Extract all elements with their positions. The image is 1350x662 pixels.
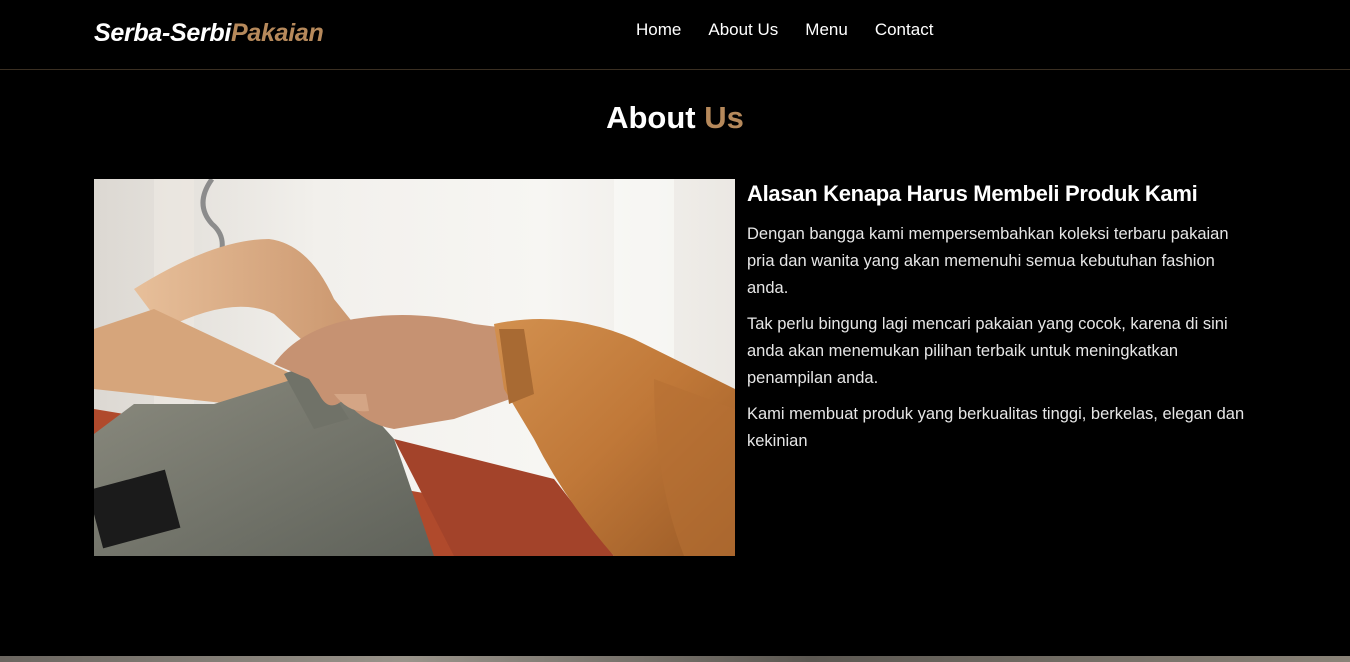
brand-logo[interactable]: Serba-SerbiPakaian — [94, 19, 324, 48]
about-heading: Alasan Kenapa Harus Membeli Produk Kami — [747, 181, 1198, 206]
nav-link-home[interactable]: Home — [636, 20, 681, 40]
brand-name-main: Serba-Serbi — [94, 19, 232, 47]
about-section-title: About Us — [0, 100, 1350, 136]
brand-name-accent: Pakaian — [231, 19, 324, 47]
about-title-main: About — [606, 100, 696, 135]
nav-link-contact[interactable]: Contact — [875, 20, 934, 40]
about-photo-clothes-on-hanger — [94, 179, 735, 556]
about-paragraph-1: Dengan bangga kami mempersembahkan kolek… — [747, 225, 1229, 297]
nav-menu: Home About Us Menu Contact — [636, 20, 933, 40]
about-title-accent: Us — [704, 100, 744, 135]
nav-link-menu[interactable]: Menu — [805, 20, 848, 40]
nav-link-about-us[interactable]: About Us — [708, 20, 778, 40]
about-paragraph-2: Tak perlu bingung lagi mencari pakaian y… — [747, 315, 1228, 387]
about-content: Alasan Kenapa Harus Membeli Produk Kami … — [747, 181, 1247, 464]
next-section-edge — [0, 656, 1350, 662]
navbar: Serba-SerbiPakaian Home About Us Menu Co… — [0, 0, 1350, 70]
about-paragraph-3: Kami membuat produk yang berkualitas tin… — [747, 405, 1245, 450]
